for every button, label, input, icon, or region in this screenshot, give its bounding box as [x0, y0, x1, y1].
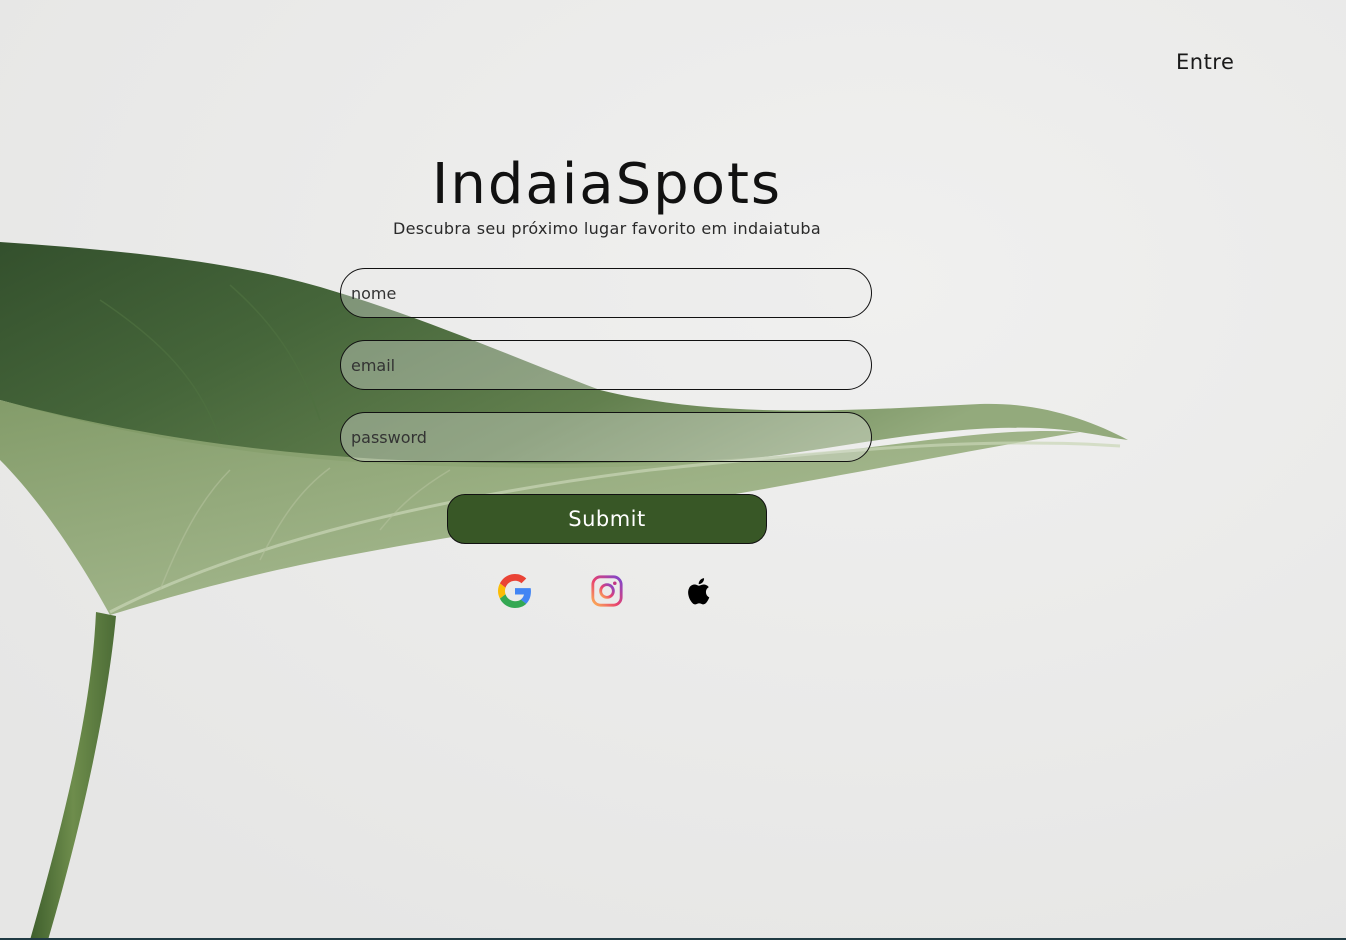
- apple-login-button[interactable]: [682, 574, 716, 608]
- app-subtitle: Descubra seu próximo lugar favorito em i…: [393, 219, 821, 238]
- password-input[interactable]: [340, 412, 872, 462]
- signup-page: Entre IndaiaSpots Descubra seu próximo l…: [0, 0, 1346, 940]
- submit-button[interactable]: Submit: [447, 494, 767, 544]
- app-title: IndaiaSpots: [431, 152, 783, 217]
- apple-icon: [688, 578, 710, 605]
- name-input[interactable]: [340, 268, 872, 318]
- instagram-login-button[interactable]: [590, 574, 624, 608]
- login-link[interactable]: Entre: [1176, 50, 1234, 74]
- google-login-button[interactable]: [498, 574, 532, 608]
- instagram-icon: [591, 575, 623, 607]
- email-input[interactable]: [340, 340, 872, 390]
- leaf-background-image: [0, 0, 1346, 940]
- google-icon: [498, 574, 531, 608]
